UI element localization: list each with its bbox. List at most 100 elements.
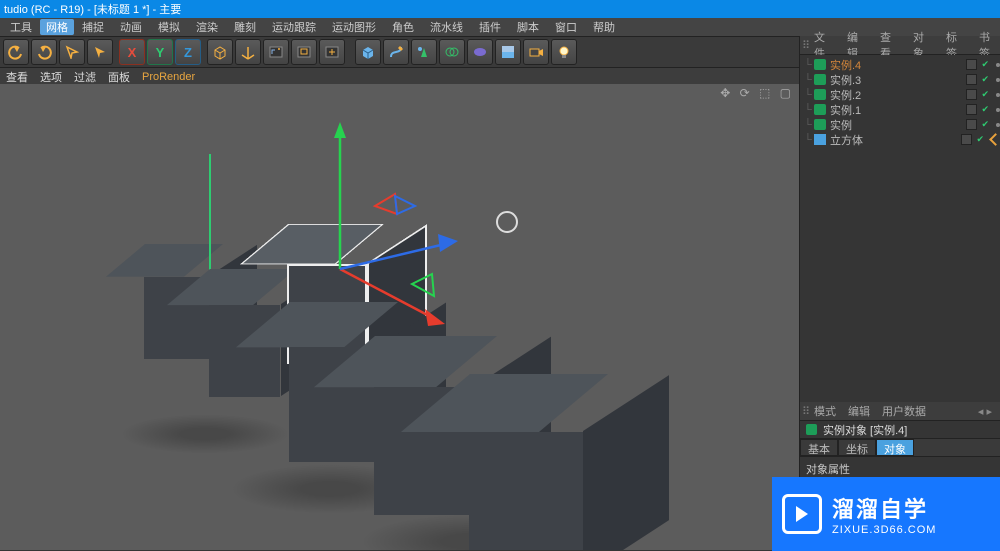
object-flags[interactable]: ✔ — [961, 134, 1000, 145]
object-name: 实例.1 — [830, 102, 966, 118]
attr-tab[interactable]: 模式 — [814, 403, 836, 419]
undo-button[interactable] — [3, 39, 29, 65]
object-row[interactable]: └实例.1✔ — [800, 102, 1000, 117]
camera-button[interactable] — [523, 39, 549, 65]
live-select-button[interactable] — [87, 39, 113, 65]
spline-pen-button[interactable] — [383, 39, 409, 65]
object-flags[interactable]: ✔ — [966, 119, 1000, 130]
object-flags[interactable]: ✔ — [966, 74, 1000, 85]
visibility-toggle[interactable] — [966, 104, 977, 115]
attribute-section-label: 对象属性 — [806, 461, 994, 477]
enable-check-icon[interactable]: ✔ — [981, 104, 989, 115]
visibility-toggle[interactable] — [966, 89, 977, 100]
corner-icon[interactable]: ⠿ — [802, 39, 810, 52]
menu-item[interactable]: 帮助 — [585, 19, 623, 35]
visibility-toggle[interactable] — [966, 74, 977, 85]
attr-subtab[interactable]: 对象 — [876, 439, 914, 456]
instance-icon — [806, 424, 817, 435]
viewport-menu-prorender[interactable]: ProRender — [142, 71, 195, 83]
axis-y-button[interactable]: Y — [147, 39, 173, 65]
dot-icon — [996, 123, 1000, 127]
object-row[interactable]: └实例✔ — [800, 117, 1000, 132]
menu-item[interactable]: 网格 — [40, 19, 74, 35]
visibility-toggle[interactable] — [966, 59, 977, 70]
menu-item[interactable]: 脚本 — [509, 19, 547, 35]
menu-item[interactable]: 窗口 — [547, 19, 585, 35]
attr-subtab[interactable]: 基本 — [800, 439, 838, 456]
attr-tab[interactable]: 用户数据 — [882, 403, 926, 419]
dot-icon — [996, 93, 1000, 97]
environment-button[interactable] — [495, 39, 521, 65]
object-name: 实例.3 — [830, 72, 966, 88]
object-row[interactable]: └实例.3✔ — [800, 72, 1000, 87]
instance-icon — [814, 74, 826, 85]
menu-item[interactable]: 运动跟踪 — [264, 19, 324, 35]
enable-check-icon[interactable]: ✔ — [981, 59, 989, 70]
object-manager-tabs: ⠿ 文件 编辑 查看 对象 标签 书签 — [800, 36, 1000, 55]
menu-item[interactable]: 雕刻 — [226, 19, 264, 35]
select-tool-button[interactable] — [59, 39, 85, 65]
attribute-tabs: ⠿ 模式 编辑 用户数据 ◂ ▸ — [800, 402, 1000, 421]
window-titlebar: tudio (RC - R19) - [未标题 1 *] - 主要 — [0, 0, 1000, 18]
viewport-menu-item[interactable]: 查看 — [6, 69, 28, 85]
object-flags[interactable]: ✔ — [966, 89, 1000, 100]
corner-icon[interactable]: ⠿ — [802, 405, 810, 418]
cube-tool-button[interactable] — [207, 39, 233, 65]
menu-item[interactable]: 角色 — [384, 19, 422, 35]
render-settings-button[interactable] — [319, 39, 345, 65]
viewport-menu-item[interactable]: 选项 — [40, 69, 62, 85]
enable-check-icon[interactable]: ✔ — [981, 89, 989, 100]
object-name: 实例.4 — [830, 57, 966, 73]
dot-icon — [996, 63, 1000, 67]
object-row[interactable]: └ 实例.4 ✔ — [800, 57, 1000, 72]
object-row[interactable]: └立方体✔ — [800, 132, 1000, 147]
primitive-cube-button[interactable] — [355, 39, 381, 65]
menu-item[interactable]: 捕捉 — [74, 19, 112, 35]
instance-icon — [814, 59, 826, 70]
visibility-toggle[interactable] — [966, 119, 977, 130]
deformer-button[interactable] — [439, 39, 465, 65]
move-gizmo[interactable] — [300, 114, 560, 374]
right-panel: ⠿ 文件 编辑 查看 对象 标签 书签 └实例.4✔└实例.3✔└实例.2✔└实… — [799, 36, 1000, 551]
axis-x-button[interactable]: X — [119, 39, 145, 65]
object-flags[interactable]: ✔ — [966, 59, 1000, 70]
instance-icon — [814, 89, 826, 100]
menu-item[interactable]: 流水线 — [422, 19, 471, 35]
cube-icon — [814, 134, 826, 145]
viewport-nav-icons[interactable]: ✥ ⟳ ⬚ ▢ — [720, 86, 794, 100]
attr-tab[interactable]: 编辑 — [848, 403, 870, 419]
dot-icon — [996, 108, 1000, 112]
menu-item[interactable]: 渲染 — [188, 19, 226, 35]
tree-dash-icon: └ — [804, 134, 814, 146]
menu-item[interactable]: 插件 — [471, 19, 509, 35]
field-button[interactable] — [467, 39, 493, 65]
phong-tag-icon[interactable] — [989, 133, 1000, 146]
attr-subtab[interactable]: 坐标 — [838, 439, 876, 456]
menu-item[interactable]: 运动图形 — [324, 19, 384, 35]
redo-button[interactable] — [31, 39, 57, 65]
visibility-toggle[interactable] — [961, 134, 972, 145]
render-button[interactable] — [263, 39, 289, 65]
viewport-perspective[interactable]: ✥ ⟳ ⬚ ▢ — [0, 84, 800, 550]
coord-tool-button[interactable] — [235, 39, 261, 65]
object-flags[interactable]: ✔ — [966, 104, 1000, 115]
object-manager-list[interactable]: └实例.4✔└实例.3✔└实例.2✔└实例.1✔└实例✔└立方体✔ — [800, 55, 1000, 149]
viewport-menu-item[interactable]: 过滤 — [74, 69, 96, 85]
chevron-icon[interactable]: ◂ ▸ — [978, 405, 992, 418]
enable-check-icon[interactable]: ✔ — [981, 119, 989, 130]
dot-icon — [996, 78, 1000, 82]
object-name: 实例.2 — [830, 87, 966, 103]
menu-item[interactable]: 模拟 — [150, 19, 188, 35]
attribute-subtabs: 基本 坐标 对象 — [800, 439, 1000, 457]
viewport-menu-item[interactable]: 面板 — [108, 69, 130, 85]
render-region-button[interactable] — [291, 39, 317, 65]
enable-check-icon[interactable]: ✔ — [976, 134, 984, 145]
enable-check-icon[interactable]: ✔ — [981, 74, 989, 85]
axis-z-button[interactable]: Z — [175, 39, 201, 65]
generator-button[interactable] — [411, 39, 437, 65]
light-button[interactable] — [551, 39, 577, 65]
menu-item[interactable]: 工具 — [2, 19, 40, 35]
menu-item[interactable]: 动画 — [112, 19, 150, 35]
tree-dash-icon: └ — [804, 59, 814, 71]
object-row[interactable]: └实例.2✔ — [800, 87, 1000, 102]
